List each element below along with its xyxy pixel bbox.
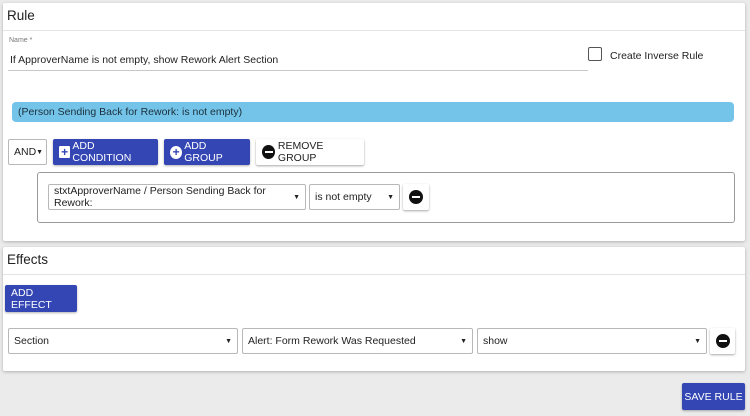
create-inverse-rule-checkbox[interactable] — [588, 47, 602, 61]
create-inverse-rule-label: Create Inverse Rule — [610, 50, 704, 62]
plus-circle-icon: + — [170, 145, 183, 159]
condition-field-select[interactable]: stxtApproverName / Person Sending Back f… — [48, 184, 306, 210]
logic-operator-select[interactable]: AND ▼ — [8, 139, 47, 165]
add-group-button[interactable]: + ADD GROUP — [164, 139, 250, 165]
chevron-down-icon: ▼ — [694, 337, 701, 345]
add-group-label: ADD GROUP — [184, 140, 223, 164]
name-label: Name * — [9, 37, 33, 44]
effect-target-select[interactable]: Alert: Form Rework Was Requested ▼ — [242, 328, 473, 354]
minus-circle-icon — [409, 190, 423, 204]
effects-panel-title: Effects — [3, 247, 745, 275]
chevron-down-icon: ▼ — [293, 193, 300, 201]
logic-operator-value: AND — [14, 146, 37, 158]
condition-operator-select[interactable]: is not empty ▼ — [309, 184, 400, 210]
plus-square-icon: + — [59, 146, 71, 158]
remove-effect-button[interactable] — [710, 328, 735, 354]
add-condition-label: ADD CONDITION — [72, 140, 132, 164]
save-rule-label: SAVE RULE — [684, 390, 743, 403]
add-effect-button[interactable]: ADD EFFECT — [5, 285, 77, 312]
rule-panel-title: Rule — [3, 3, 745, 31]
chevron-down-icon: ▼ — [36, 148, 44, 156]
rule-summary-bar: (Person Sending Back for Rework: is not … — [12, 102, 734, 122]
effect-action-value: show — [483, 335, 508, 347]
remove-group-button[interactable]: REMOVE GROUP — [256, 139, 364, 165]
effect-target-value: Alert: Form Rework Was Requested — [248, 335, 416, 347]
effect-type-value: Section — [14, 335, 50, 347]
condition-operator-value: is not empty — [315, 191, 372, 203]
condition-field-value: stxtApproverName / Person Sending Back f… — [54, 185, 266, 209]
minus-circle-icon — [715, 334, 730, 348]
effect-action-select[interactable]: show ▼ — [477, 328, 707, 354]
chevron-down-icon: ▼ — [387, 193, 394, 201]
minus-circle-icon — [262, 145, 275, 159]
rule-name-input[interactable] — [8, 49, 588, 71]
save-rule-button[interactable]: SAVE RULE — [682, 383, 745, 410]
chevron-down-icon: ▼ — [225, 337, 232, 345]
chevron-down-icon: ▼ — [460, 337, 467, 345]
effect-type-select[interactable]: Section ▼ — [8, 328, 238, 354]
remove-group-label: REMOVE GROUP — [277, 140, 324, 164]
add-condition-button[interactable]: + ADD CONDITION — [53, 139, 158, 165]
remove-condition-button[interactable] — [403, 184, 429, 210]
add-effect-label: ADD EFFECT — [11, 286, 52, 311]
